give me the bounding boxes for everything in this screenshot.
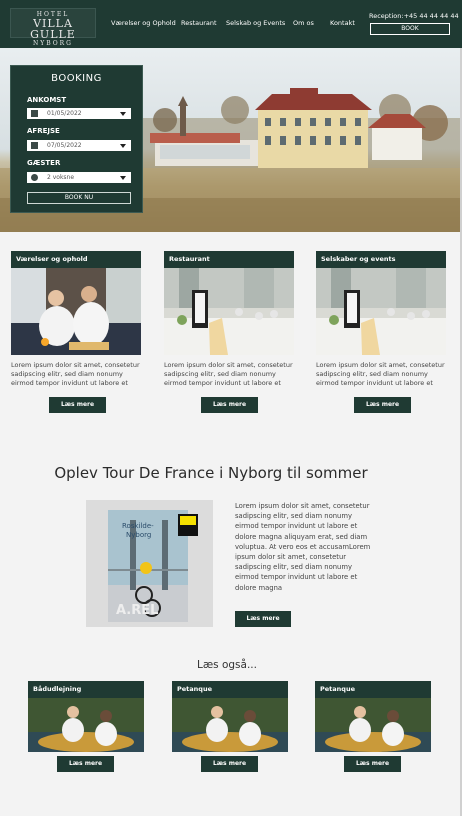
book-button[interactable]: BOOK xyxy=(370,23,450,35)
chevron-down-icon xyxy=(120,144,126,148)
events-photo xyxy=(316,268,446,355)
read-more-petanque-2-button[interactable]: Læs mere xyxy=(344,756,401,772)
restaurant-photo xyxy=(164,268,294,355)
guests-value: 2 voksne xyxy=(47,174,75,181)
card-text: Lorem ipsum dolor sit amet, consetetur s… xyxy=(164,361,293,387)
card-restaurant: Restaurant Lorem ipsum dolor sit amet, c… xyxy=(164,251,294,388)
tour-poster-image: Roskilde- Nyborg A.REL xyxy=(86,500,213,627)
read-more-boat-button[interactable]: Læs mere xyxy=(57,756,114,772)
booking-panel: BOOKING ANKOMST 01/05/2022 AFREJSE 07/05… xyxy=(10,65,143,213)
card-text: Lorem ipsum dolor sit amet, consetetur s… xyxy=(11,361,140,387)
poster-line1: Roskilde- xyxy=(122,522,154,530)
book-now-button[interactable]: BOOK NU xyxy=(27,192,131,204)
departure-date-value: 07/05/2022 xyxy=(47,142,82,149)
arrival-label: ANKOMST xyxy=(27,96,67,104)
arrival-date-field[interactable]: 01/05/2022 xyxy=(27,108,131,119)
reception-phone[interactable]: Reception:+45 44 44 44 44 xyxy=(369,12,459,20)
card-title: Værelser og ophold xyxy=(11,251,141,268)
section-title-tour: Oplev Tour De France i Nyborg til sommer xyxy=(54,464,368,482)
guests-label: GÆSTER xyxy=(27,159,61,167)
hotel-logo[interactable]: HOTEL VILLA GULLE NYBORG xyxy=(10,8,96,47)
users-icon xyxy=(31,174,38,181)
calendar-icon xyxy=(31,110,38,117)
poster-bottom-text: A.REL xyxy=(116,603,158,618)
card-rooms: Værelser og ophold Lorem ipsum dolor sit… xyxy=(11,251,141,388)
guests-select[interactable]: 2 voksne xyxy=(27,172,131,183)
nav-events[interactable]: Selskab og Events xyxy=(226,19,285,27)
departure-label: AFREJSE xyxy=(27,127,60,135)
read-more-tour-button[interactable]: Læs mere xyxy=(235,611,291,627)
read-more-petanque-1-button[interactable]: Læs mere xyxy=(201,756,258,772)
card-events: Selskaber og events Lorem ipsum dolor si… xyxy=(316,251,446,388)
calendar-icon xyxy=(31,142,38,149)
site-header: HOTEL VILLA GULLE NYBORG Værelser og Oph… xyxy=(0,0,462,48)
booking-title: BOOKING xyxy=(51,73,102,84)
arrival-date-value: 01/05/2022 xyxy=(47,110,82,117)
poster-line2: Nyborg xyxy=(126,531,151,539)
nav-rooms[interactable]: Værelser og Ophold xyxy=(111,19,176,27)
chevron-down-icon xyxy=(120,112,126,116)
read-more-rooms-button[interactable]: Læs mere xyxy=(49,397,106,413)
couple-photo xyxy=(11,268,141,355)
tour-description: Lorem ipsum dolor sit amet, consetetur s… xyxy=(235,502,371,592)
read-also-item-petanque-2: Petanque xyxy=(315,681,431,752)
card-title: Petanque xyxy=(315,681,431,698)
read-also-item-boat: Bådudlejning xyxy=(28,681,144,752)
read-also-item-petanque-1: Petanque xyxy=(172,681,288,752)
nav-about[interactable]: Om os xyxy=(293,19,314,27)
nav-contact[interactable]: Kontakt xyxy=(330,19,355,27)
read-more-restaurant-button[interactable]: Læs mere xyxy=(201,397,258,413)
boat-photo xyxy=(172,698,288,752)
logo-bottom: NYBORG xyxy=(33,40,73,47)
logo-main: VILLA GULLE xyxy=(30,17,76,41)
boat-photo xyxy=(28,698,144,752)
card-text: Lorem ipsum dolor sit amet, consetetur s… xyxy=(316,361,445,387)
card-title: Selskaber og events xyxy=(316,251,446,268)
read-more-events-button[interactable]: Læs mere xyxy=(354,397,411,413)
departure-date-field[interactable]: 07/05/2022 xyxy=(27,140,131,151)
card-title: Restaurant xyxy=(164,251,294,268)
chevron-down-icon xyxy=(120,176,126,180)
nav-restaurant[interactable]: Restaurant xyxy=(181,19,217,27)
card-title: Bådudlejning xyxy=(28,681,144,698)
read-also-title: Læs også... xyxy=(197,659,257,671)
boat-photo xyxy=(315,698,431,752)
card-title: Petanque xyxy=(172,681,288,698)
